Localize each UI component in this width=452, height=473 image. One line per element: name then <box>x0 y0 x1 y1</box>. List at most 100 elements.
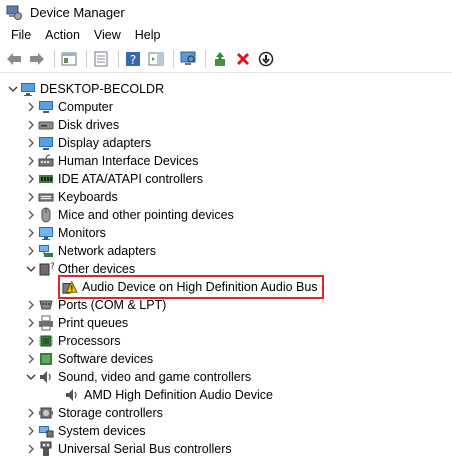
device-label: AMD High Definition Audio Device <box>84 388 273 402</box>
chevron-right-icon[interactable] <box>24 190 38 204</box>
action-pane-icon[interactable] <box>146 49 166 69</box>
category-label: Sound, video and game controllers <box>58 370 252 384</box>
back-arrow-icon[interactable] <box>4 49 24 69</box>
svg-text:?: ? <box>50 262 54 272</box>
menu-help[interactable]: Help <box>128 28 168 42</box>
menu-action[interactable]: Action <box>38 28 87 42</box>
speaker-icon <box>64 387 80 403</box>
menu-file[interactable]: File <box>4 28 38 42</box>
chevron-right-icon[interactable] <box>24 316 38 330</box>
uninstall-icon[interactable] <box>233 49 253 69</box>
toolbar-separator <box>173 50 174 68</box>
mouse-icon <box>38 207 54 223</box>
tree-category-sound[interactable]: Sound, video and game controllers <box>0 368 452 386</box>
tree-device-audio-hd-bus[interactable]: Audio Device on High Definition Audio Bu… <box>0 275 452 299</box>
tree-category-network-adapters[interactable]: Network adapters <box>0 242 452 260</box>
system-device-icon <box>38 423 54 439</box>
category-label: Mice and other pointing devices <box>58 208 234 222</box>
properties-icon[interactable] <box>91 49 111 69</box>
chevron-right-icon[interactable] <box>24 298 38 312</box>
chevron-right-icon[interactable] <box>24 100 38 114</box>
category-label: Other devices <box>58 262 136 276</box>
hid-icon <box>38 153 54 169</box>
menu-view[interactable]: View <box>87 28 128 42</box>
category-label: Display adapters <box>58 136 152 150</box>
computer-icon <box>38 99 54 115</box>
chevron-down-icon[interactable] <box>6 82 20 96</box>
tree-category-display-adapters[interactable]: Display adapters <box>0 134 452 152</box>
usb-icon <box>38 441 54 457</box>
category-label: Disk drives <box>58 118 120 132</box>
scan-hardware-icon[interactable] <box>178 49 198 69</box>
category-label: Universal Serial Bus controllers <box>58 442 232 456</box>
category-label: IDE ATA/ATAPI controllers <box>58 172 203 186</box>
chevron-right-icon[interactable] <box>24 406 38 420</box>
forward-arrow-icon[interactable] <box>27 49 47 69</box>
keyboard-icon <box>38 189 54 205</box>
tree-category-mice[interactable]: Mice and other pointing devices <box>0 206 452 224</box>
chevron-right-icon[interactable] <box>24 424 38 438</box>
highlight-box[interactable]: Audio Device on High Definition Audio Bu… <box>58 275 324 299</box>
storage-controller-icon <box>38 405 54 421</box>
category-label: System devices <box>58 424 146 438</box>
tree-category-monitors[interactable]: Monitors <box>0 224 452 242</box>
other-devices-icon: ? <box>38 261 54 277</box>
tree-category-disk-drives[interactable]: Disk drives <box>0 116 452 134</box>
ide-controller-icon <box>38 171 54 187</box>
chevron-right-icon[interactable] <box>24 208 38 222</box>
chevron-right-icon[interactable] <box>24 334 38 348</box>
tree-category-keyboards[interactable]: Keyboards <box>0 188 452 206</box>
category-label: Computer <box>58 100 113 114</box>
chevron-right-icon[interactable] <box>24 154 38 168</box>
network-adapter-icon <box>38 243 54 259</box>
category-label: Ports (COM & LPT) <box>58 298 167 312</box>
svg-text:?: ? <box>130 53 136 67</box>
chevron-down-icon[interactable] <box>24 370 38 384</box>
show-hide-console-tree-icon[interactable] <box>59 49 79 69</box>
tree-category-ide[interactable]: IDE ATA/ATAPI controllers <box>0 170 452 188</box>
tree-root[interactable]: DESKTOP-BECOLDR <box>0 80 452 98</box>
device-label: Audio Device on High Definition Audio Bu… <box>82 280 318 294</box>
category-label: Print queues <box>58 316 129 330</box>
chevron-down-icon[interactable] <box>24 262 38 276</box>
tree-category-print-queues[interactable]: Print queues <box>0 314 452 332</box>
menu-bar: File Action View Help <box>0 24 452 46</box>
toolbar-separator <box>205 50 206 68</box>
tree-category-system[interactable]: System devices <box>0 422 452 440</box>
software-device-icon <box>38 351 54 367</box>
chevron-right-icon[interactable] <box>24 118 38 132</box>
tree-category-software-devices[interactable]: Software devices <box>0 350 452 368</box>
speaker-icon <box>38 369 54 385</box>
chevron-right-icon[interactable] <box>24 352 38 366</box>
category-label: Human Interface Devices <box>58 154 199 168</box>
device-manager-icon <box>6 4 22 20</box>
chevron-right-icon[interactable] <box>24 136 38 150</box>
update-driver-icon[interactable] <box>210 49 230 69</box>
root-label: DESKTOP-BECOLDR <box>40 82 165 96</box>
toolbar-separator <box>118 50 119 68</box>
disable-device-icon[interactable] <box>256 49 276 69</box>
toolbar: ? <box>0 46 452 73</box>
title-bar: Device Manager <box>0 0 452 24</box>
help-icon[interactable]: ? <box>123 49 143 69</box>
tree-device-amd-audio[interactable]: AMD High Definition Audio Device <box>0 386 452 404</box>
chevron-right-icon[interactable] <box>24 226 38 240</box>
printer-icon <box>38 315 54 331</box>
toolbar-separator <box>54 50 55 68</box>
chevron-right-icon[interactable] <box>24 172 38 186</box>
display-adapter-icon <box>38 135 54 151</box>
category-label: Processors <box>58 334 121 348</box>
processor-icon <box>38 333 54 349</box>
port-icon <box>38 297 54 313</box>
monitor-icon <box>38 225 54 241</box>
chevron-right-icon[interactable] <box>24 442 38 456</box>
tree-category-computer[interactable]: Computer <box>0 98 452 116</box>
computer-root-icon <box>20 81 36 97</box>
chevron-right-icon[interactable] <box>24 244 38 258</box>
tree-category-usb[interactable]: Universal Serial Bus controllers <box>0 440 452 458</box>
disk-drive-icon <box>38 117 54 133</box>
tree-category-storage[interactable]: Storage controllers <box>0 404 452 422</box>
device-tree: DESKTOP-BECOLDR Computer Disk drives Dis… <box>0 80 452 458</box>
tree-category-hid[interactable]: Human Interface Devices <box>0 152 452 170</box>
tree-category-processors[interactable]: Processors <box>0 332 452 350</box>
